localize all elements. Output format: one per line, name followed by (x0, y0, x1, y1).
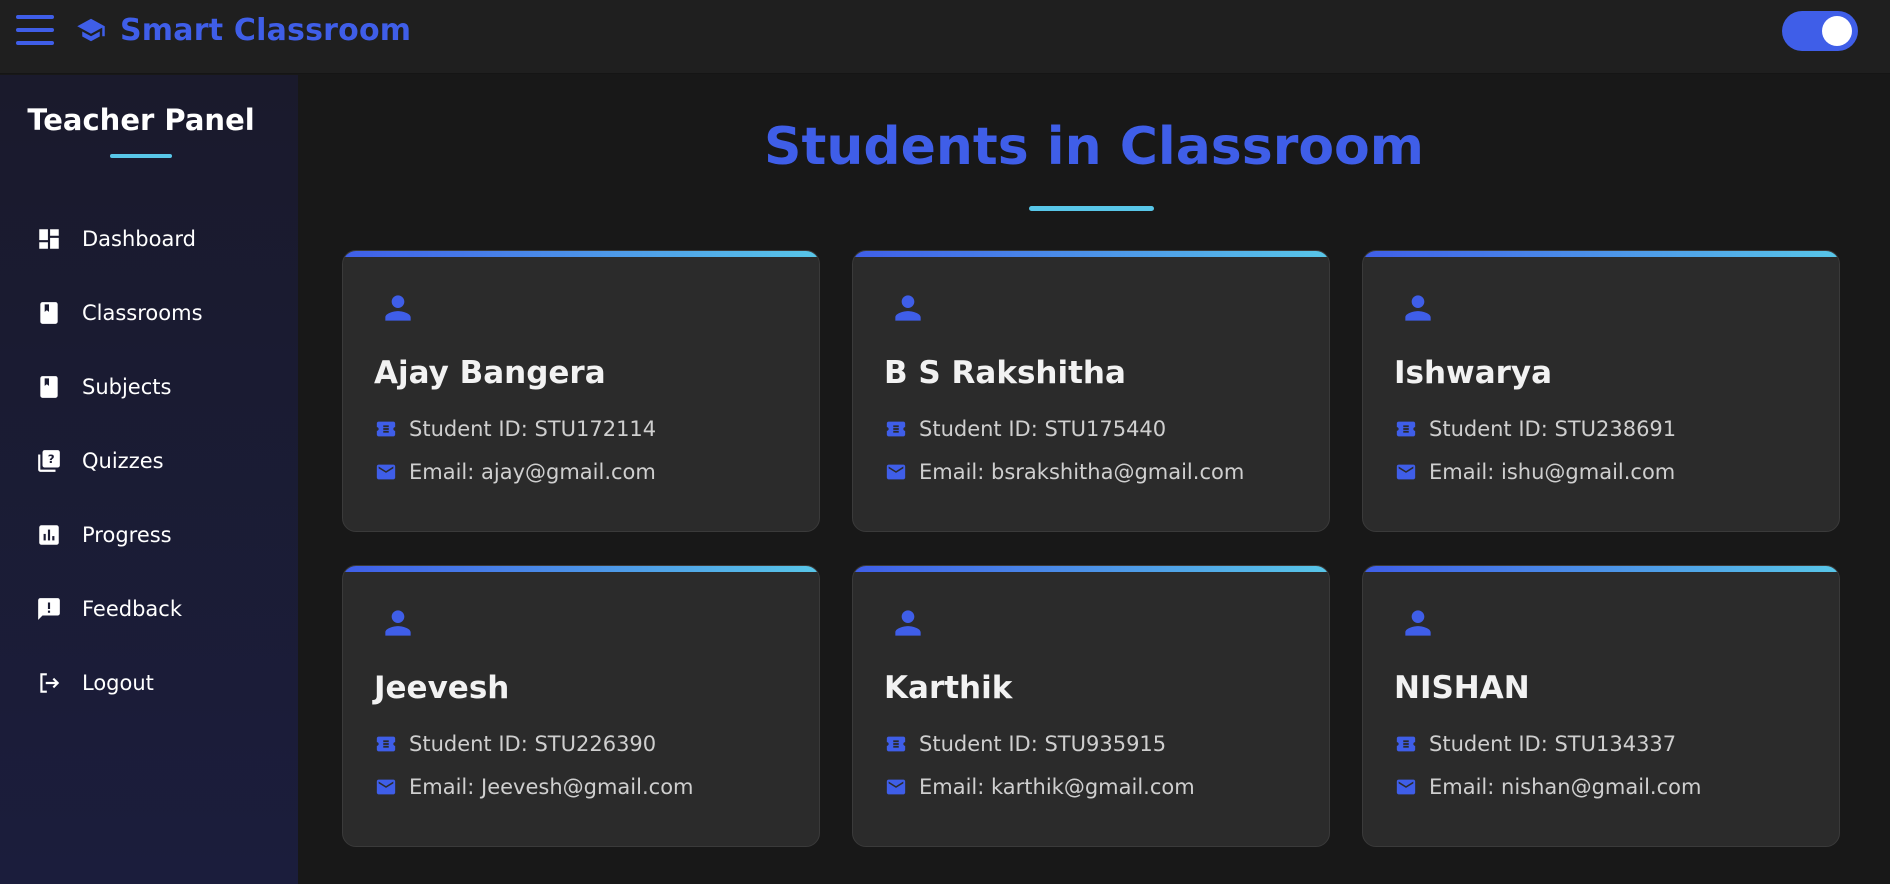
quiz-icon: ? (38, 450, 60, 472)
sidebar-item-logout[interactable]: Logout (0, 646, 298, 720)
email-icon (1396, 779, 1416, 795)
sidebar-nav: Dashboard Classrooms Subjects ? Quizzes (0, 202, 298, 720)
page-title: Students in Classroom (764, 117, 1424, 177)
student-email: Email: karthik@gmail.com (919, 775, 1195, 799)
sidebar-item-label: Dashboard (82, 227, 196, 251)
card-accent-bar (1363, 251, 1839, 257)
sidebar-item-dashboard[interactable]: Dashboard (0, 202, 298, 276)
toggle-knob (1822, 16, 1852, 46)
ticket-icon (1396, 421, 1416, 437)
student-email: Email: bsrakshitha@gmail.com (919, 460, 1245, 484)
student-email: Email: nishan@gmail.com (1429, 775, 1702, 799)
sidebar-item-classrooms[interactable]: Classrooms (0, 276, 298, 350)
sidebar-item-quizzes[interactable]: ? Quizzes (0, 424, 298, 498)
student-name: Jeevesh (374, 670, 510, 706)
book-icon (40, 302, 58, 324)
sidebar-item-label: Logout (82, 671, 154, 695)
sidebar-title: Teacher Panel (27, 103, 255, 137)
sidebar-item-label: Feedback (82, 597, 183, 621)
email-icon (886, 779, 906, 795)
sidebar-title-underline (110, 154, 172, 158)
main-content: Students in Classroom Ajay Bangera Stude… (298, 75, 1890, 884)
person-icon (385, 610, 411, 636)
sidebar-item-feedback[interactable]: Feedback (0, 572, 298, 646)
app-title: Smart Classroom (120, 12, 412, 48)
sidebar-item-label: Subjects (82, 375, 172, 399)
graduation-cap-icon (77, 18, 105, 42)
student-id-row: Student ID: STU172114 (375, 417, 656, 441)
student-id-row: Student ID: STU175440 (885, 417, 1166, 441)
sidebar-item-subjects[interactable]: Subjects (0, 350, 298, 424)
student-id: Student ID: STU175440 (919, 417, 1167, 441)
student-card[interactable]: B S Rakshitha Student ID: STU175440 Emai… (852, 250, 1330, 532)
theme-toggle[interactable] (1782, 11, 1858, 51)
ticket-icon (886, 736, 906, 752)
student-email-row: Email: ishu@gmail.com (1395, 460, 1675, 484)
email-icon (376, 779, 396, 795)
student-name: NISHAN (1394, 670, 1530, 706)
student-id: Student ID: STU238691 (1429, 417, 1677, 441)
card-accent-bar (853, 251, 1329, 257)
student-card[interactable]: Ajay Bangera Student ID: STU172114 Email… (342, 250, 820, 532)
sidebar-item-label: Progress (82, 523, 172, 547)
card-accent-bar (1363, 566, 1839, 572)
student-card[interactable]: NISHAN Student ID: STU134337 Email: nish… (1362, 565, 1840, 847)
logout-icon (40, 673, 60, 693)
ticket-icon (886, 421, 906, 437)
student-id-row: Student ID: STU238691 (1395, 417, 1676, 441)
student-id-row: Student ID: STU935915 (885, 732, 1166, 756)
student-email: Email: ishu@gmail.com (1429, 460, 1676, 484)
sidebar: Teacher Panel Dashboard Classrooms Subje… (0, 75, 298, 884)
card-accent-bar (853, 566, 1329, 572)
student-id-row: Student ID: STU134337 (1395, 732, 1676, 756)
student-card[interactable]: Ishwarya Student ID: STU238691 Email: is… (1362, 250, 1840, 532)
person-icon (1405, 295, 1431, 321)
svg-text:?: ? (48, 452, 55, 466)
student-id: Student ID: STU226390 (409, 732, 657, 756)
student-email-row: Email: bsrakshitha@gmail.com (885, 460, 1244, 484)
card-accent-bar (343, 566, 819, 572)
bar-chart-icon (39, 525, 59, 545)
brand[interactable]: Smart Classroom (74, 12, 411, 48)
menu-icon[interactable] (16, 14, 54, 46)
student-email-row: Email: nishan@gmail.com (1395, 775, 1701, 799)
book-icon (40, 376, 58, 398)
ticket-icon (1396, 736, 1416, 752)
student-id-row: Student ID: STU226390 (375, 732, 656, 756)
email-icon (886, 464, 906, 480)
student-email-row: Email: Jeevesh@gmail.com (375, 775, 694, 799)
top-bar: Smart Classroom (0, 0, 1890, 74)
student-name: Karthik (884, 670, 1013, 706)
student-id: Student ID: STU172114 (409, 417, 657, 441)
ticket-icon (376, 736, 396, 752)
email-icon (376, 464, 396, 480)
student-id: Student ID: STU134337 (1429, 732, 1677, 756)
student-card[interactable]: Karthik Student ID: STU935915 Email: kar… (852, 565, 1330, 847)
student-name: Ishwarya (1394, 355, 1553, 391)
student-id: Student ID: STU935915 (919, 732, 1167, 756)
card-accent-bar (343, 251, 819, 257)
student-card[interactable]: Jeevesh Student ID: STU226390 Email: Jee… (342, 565, 820, 847)
student-email: Email: Jeevesh@gmail.com (409, 775, 694, 799)
student-email-row: Email: karthik@gmail.com (885, 775, 1195, 799)
student-email: Email: ajay@gmail.com (409, 460, 656, 484)
student-email-row: Email: ajay@gmail.com (375, 460, 656, 484)
feedback-icon (38, 598, 60, 620)
person-icon (895, 295, 921, 321)
student-name: Ajay Bangera (374, 355, 606, 391)
sidebar-item-label: Classrooms (82, 301, 203, 325)
ticket-icon (376, 421, 396, 437)
person-icon (1405, 610, 1431, 636)
person-icon (895, 610, 921, 636)
student-name: B S Rakshitha (884, 355, 1126, 391)
sidebar-item-label: Quizzes (82, 449, 164, 473)
sidebar-item-progress[interactable]: Progress (0, 498, 298, 572)
email-icon (1396, 464, 1416, 480)
person-icon (385, 295, 411, 321)
dashboard-icon (39, 229, 59, 249)
page-title-underline (1029, 206, 1154, 211)
student-grid: Ajay Bangera Student ID: STU172114 Email… (342, 250, 1840, 847)
